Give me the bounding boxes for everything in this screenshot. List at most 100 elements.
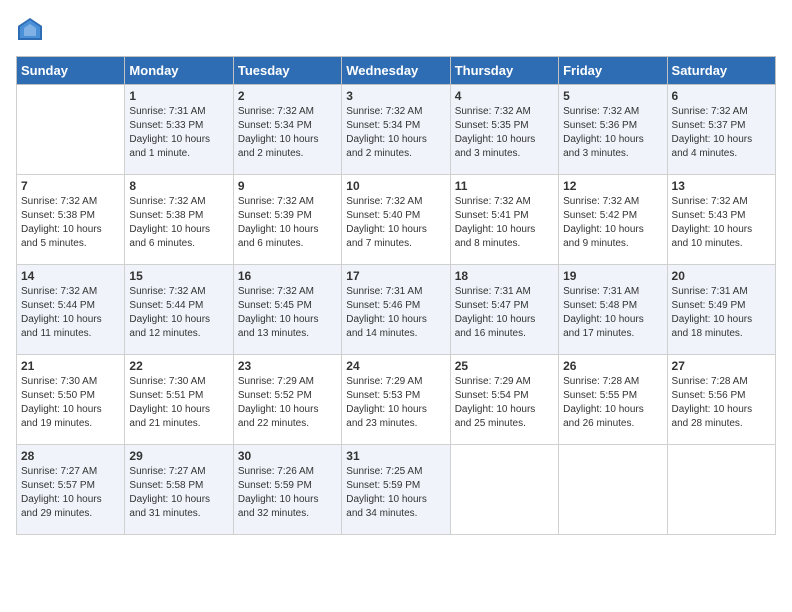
day-info: Sunrise: 7:32 AMSunset: 5:37 PMDaylight:… xyxy=(672,105,771,161)
day-number: 29 xyxy=(129,449,228,463)
calendar-cell: 27 Sunrise: 7:28 AMSunset: 5:56 PMDayligh… xyxy=(667,355,775,445)
calendar-cell: 14 Sunrise: 7:32 AMSunset: 5:44 PMDayligh… xyxy=(17,265,125,355)
day-info: Sunrise: 7:25 AMSunset: 5:59 PMDaylight:… xyxy=(346,465,445,521)
day-info: Sunrise: 7:32 AMSunset: 5:38 PMDaylight:… xyxy=(21,195,120,251)
calendar-cell: 11 Sunrise: 7:32 AMSunset: 5:41 PMDayligh… xyxy=(450,175,558,265)
day-number: 17 xyxy=(346,269,445,283)
day-number: 11 xyxy=(455,179,554,193)
day-number: 20 xyxy=(672,269,771,283)
calendar-cell xyxy=(450,445,558,535)
day-number: 14 xyxy=(21,269,120,283)
calendar-cell: 20Sunrise: 7:31 AMSunset: 5:49 PMDayligh… xyxy=(667,265,775,355)
day-number: 8 xyxy=(129,179,228,193)
day-number: 21 xyxy=(21,359,120,373)
day-info: Sunrise: 7:32 AMSunset: 5:34 PMDaylight:… xyxy=(238,105,337,161)
calendar-cell: 12 Sunrise: 7:32 AMSunset: 5:42 PMDayligh… xyxy=(559,175,667,265)
day-number: 31 xyxy=(346,449,445,463)
calendar-cell: 2 Sunrise: 7:32 AMSunset: 5:34 PMDaylight… xyxy=(233,85,341,175)
day-info: Sunrise: 7:30 AMSunset: 5:50 PMDaylight:… xyxy=(21,375,120,431)
day-info: Sunrise: 7:32 AMSunset: 5:35 PMDaylight:… xyxy=(455,105,554,161)
day-number: 18 xyxy=(455,269,554,283)
calendar-week-row: 1Sunrise: 7:31 AMSunset: 5:33 PMDaylight… xyxy=(17,85,776,175)
day-info: Sunrise: 7:27 AMSunset: 5:57 PMDaylight:… xyxy=(21,465,120,521)
calendar-cell: 6 Sunrise: 7:32 AMSunset: 5:37 PMDaylight… xyxy=(667,85,775,175)
day-number: 12 xyxy=(563,179,662,193)
day-number: 13 xyxy=(672,179,771,193)
day-info: Sunrise: 7:29 AMSunset: 5:54 PMDaylight:… xyxy=(455,375,554,431)
day-number: 3 xyxy=(346,89,445,103)
day-info: Sunrise: 7:32 AMSunset: 5:36 PMDaylight:… xyxy=(563,105,662,161)
day-number: 30 xyxy=(238,449,337,463)
logo-icon xyxy=(16,16,44,44)
calendar-cell: 23 Sunrise: 7:29 AMSunset: 5:52 PMDayligh… xyxy=(233,355,341,445)
calendar-cell: 9Sunrise: 7:32 AMSunset: 5:39 PMDaylight… xyxy=(233,175,341,265)
calendar-cell xyxy=(667,445,775,535)
calendar-cell: 18 Sunrise: 7:31 AMSunset: 5:47 PMDayligh… xyxy=(450,265,558,355)
calendar-cell: 13 Sunrise: 7:32 AMSunset: 5:43 PMDayligh… xyxy=(667,175,775,265)
header-day: Friday xyxy=(559,57,667,85)
calendar-cell xyxy=(17,85,125,175)
day-number: 28 xyxy=(21,449,120,463)
day-number: 7 xyxy=(21,179,120,193)
day-number: 15 xyxy=(129,269,228,283)
calendar-cell: 16 Sunrise: 7:32 AMSunset: 5:45 PMDayligh… xyxy=(233,265,341,355)
header-day: Wednesday xyxy=(342,57,450,85)
calendar-cell xyxy=(559,445,667,535)
calendar-cell: 21 Sunrise: 7:30 AMSunset: 5:50 PMDayligh… xyxy=(17,355,125,445)
day-number: 2 xyxy=(238,89,337,103)
day-number: 16 xyxy=(238,269,337,283)
day-number: 9 xyxy=(238,179,337,193)
calendar-cell: 30Sunrise: 7:26 AMSunset: 5:59 PMDayligh… xyxy=(233,445,341,535)
day-number: 22 xyxy=(129,359,228,373)
calendar-cell: 5 Sunrise: 7:32 AMSunset: 5:36 PMDaylight… xyxy=(559,85,667,175)
calendar-cell: 4 Sunrise: 7:32 AMSunset: 5:35 PMDaylight… xyxy=(450,85,558,175)
day-info: Sunrise: 7:31 AMSunset: 5:48 PMDaylight:… xyxy=(563,285,662,341)
day-number: 27 xyxy=(672,359,771,373)
calendar-week-row: 14 Sunrise: 7:32 AMSunset: 5:44 PMDayligh… xyxy=(17,265,776,355)
day-info: Sunrise: 7:32 AMSunset: 5:41 PMDaylight:… xyxy=(455,195,554,251)
calendar-cell: 10Sunrise: 7:32 AMSunset: 5:40 PMDayligh… xyxy=(342,175,450,265)
calendar-cell: 17Sunrise: 7:31 AMSunset: 5:46 PMDayligh… xyxy=(342,265,450,355)
calendar-cell: 7 Sunrise: 7:32 AMSunset: 5:38 PMDaylight… xyxy=(17,175,125,265)
day-info: Sunrise: 7:32 AMSunset: 5:42 PMDaylight:… xyxy=(563,195,662,251)
day-info: Sunrise: 7:31 AMSunset: 5:47 PMDaylight:… xyxy=(455,285,554,341)
calendar-cell: 25 Sunrise: 7:29 AMSunset: 5:54 PMDayligh… xyxy=(450,355,558,445)
calendar-week-row: 28 Sunrise: 7:27 AMSunset: 5:57 PMDayligh… xyxy=(17,445,776,535)
calendar-cell: 3Sunrise: 7:32 AMSunset: 5:34 PMDaylight… xyxy=(342,85,450,175)
day-number: 26 xyxy=(563,359,662,373)
header-day: Tuesday xyxy=(233,57,341,85)
day-number: 23 xyxy=(238,359,337,373)
day-info: Sunrise: 7:32 AMSunset: 5:45 PMDaylight:… xyxy=(238,285,337,341)
calendar-week-row: 21 Sunrise: 7:30 AMSunset: 5:50 PMDayligh… xyxy=(17,355,776,445)
day-info: Sunrise: 7:32 AMSunset: 5:44 PMDaylight:… xyxy=(129,285,228,341)
day-info: Sunrise: 7:31 AMSunset: 5:33 PMDaylight:… xyxy=(129,105,228,161)
day-info: Sunrise: 7:29 AMSunset: 5:52 PMDaylight:… xyxy=(238,375,337,431)
day-info: Sunrise: 7:27 AMSunset: 5:58 PMDaylight:… xyxy=(129,465,228,521)
day-info: Sunrise: 7:29 AMSunset: 5:53 PMDaylight:… xyxy=(346,375,445,431)
header-day: Monday xyxy=(125,57,233,85)
calendar-cell: 15 Sunrise: 7:32 AMSunset: 5:44 PMDayligh… xyxy=(125,265,233,355)
day-number: 4 xyxy=(455,89,554,103)
calendar-cell: 19 Sunrise: 7:31 AMSunset: 5:48 PMDayligh… xyxy=(559,265,667,355)
calendar-cell: 8Sunrise: 7:32 AMSunset: 5:38 PMDaylight… xyxy=(125,175,233,265)
day-number: 19 xyxy=(563,269,662,283)
calendar-cell: 24Sunrise: 7:29 AMSunset: 5:53 PMDayligh… xyxy=(342,355,450,445)
calendar-cell: 31 Sunrise: 7:25 AMSunset: 5:59 PMDayligh… xyxy=(342,445,450,535)
day-number: 5 xyxy=(563,89,662,103)
calendar-cell: 1Sunrise: 7:31 AMSunset: 5:33 PMDaylight… xyxy=(125,85,233,175)
calendar-cell: 29 Sunrise: 7:27 AMSunset: 5:58 PMDayligh… xyxy=(125,445,233,535)
day-number: 6 xyxy=(672,89,771,103)
day-number: 10 xyxy=(346,179,445,193)
day-info: Sunrise: 7:28 AMSunset: 5:55 PMDaylight:… xyxy=(563,375,662,431)
logo xyxy=(16,16,48,44)
day-info: Sunrise: 7:32 AMSunset: 5:43 PMDaylight:… xyxy=(672,195,771,251)
calendar-cell: 22 Sunrise: 7:30 AMSunset: 5:51 PMDayligh… xyxy=(125,355,233,445)
day-info: Sunrise: 7:28 AMSunset: 5:56 PMDaylight:… xyxy=(672,375,771,431)
day-info: Sunrise: 7:30 AMSunset: 5:51 PMDaylight:… xyxy=(129,375,228,431)
calendar-cell: 26 Sunrise: 7:28 AMSunset: 5:55 PMDayligh… xyxy=(559,355,667,445)
header-day: Sunday xyxy=(17,57,125,85)
header-day: Thursday xyxy=(450,57,558,85)
day-number: 25 xyxy=(455,359,554,373)
calendar-week-row: 7 Sunrise: 7:32 AMSunset: 5:38 PMDaylight… xyxy=(17,175,776,265)
day-info: Sunrise: 7:32 AMSunset: 5:44 PMDaylight:… xyxy=(21,285,120,341)
